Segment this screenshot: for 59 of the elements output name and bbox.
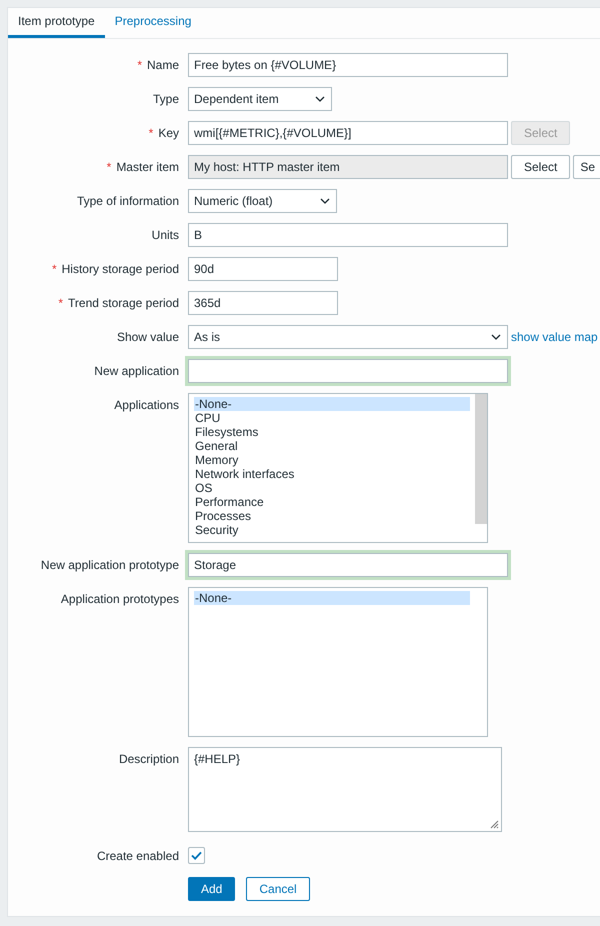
scrollbar[interactable] — [475, 394, 487, 524]
tab[interactable]: Item prototype — [8, 8, 105, 38]
required-asterisk: * — [58, 296, 64, 310]
field-label: New application prototype — [40, 558, 179, 572]
required-asterisk: * — [52, 262, 57, 276]
field-label: Type — [152, 92, 179, 106]
dropdown[interactable]: Dependent item — [188, 87, 332, 111]
field-label: Name — [146, 58, 179, 72]
chevron-down-icon — [320, 198, 330, 204]
cancel-button[interactable]: Cancel — [246, 877, 310, 901]
input-field[interactable]: Storage — [188, 553, 508, 577]
checkmark-icon — [191, 851, 202, 860]
dropdown[interactable]: As is — [188, 325, 508, 349]
field-label: Type of information — [76, 194, 179, 208]
required-asterisk: * — [148, 126, 154, 140]
list-option[interactable]: Performance — [194, 495, 470, 509]
list-option[interactable]: OS — [194, 481, 470, 495]
field-label: New application — [94, 364, 179, 378]
checkbox[interactable] — [188, 847, 205, 864]
field-label: History storage period — [62, 262, 179, 276]
tab[interactable]: Preprocessing — [104, 8, 202, 38]
field-label: Applications — [114, 398, 179, 412]
resize-grip-icon[interactable] — [490, 820, 499, 829]
list-option[interactable]: Processes — [194, 509, 470, 523]
show-value-map-link[interactable]: show value map — [511, 330, 598, 344]
list-option[interactable]: Filesystems — [194, 425, 470, 439]
select-button[interactable]: Se — [573, 155, 600, 179]
input-field[interactable]: B — [188, 223, 508, 247]
add-button[interactable]: Add — [188, 877, 236, 901]
input-field[interactable]: 365d — [188, 291, 338, 315]
field-label: Trend storage period — [68, 296, 179, 310]
field-label: Show value — [116, 330, 179, 344]
list-option[interactable]: General — [194, 439, 470, 453]
required-asterisk: * — [137, 58, 142, 72]
chevron-down-icon — [315, 96, 325, 102]
list-box[interactable]: -None- CPU Filesystems General Memory Network interfaces OS Performance Processes Security — [188, 393, 488, 543]
input-field[interactable]: My host: HTTP master item — [188, 155, 508, 179]
list-option[interactable]: CPU — [194, 411, 470, 425]
input-field[interactable]: wmi[{#METRIC},{#VOLUME}] — [188, 121, 508, 145]
field-label: Key — [158, 126, 179, 140]
list-box[interactable]: -None- — [188, 587, 488, 737]
input-field[interactable]: 90d — [188, 257, 338, 281]
field-label: Create enabled — [96, 849, 179, 863]
select-button[interactable]: Select — [511, 155, 570, 179]
input-field[interactable]: Free bytes on {#VOLUME} — [188, 53, 508, 77]
field-label: Description — [118, 752, 179, 766]
input-field[interactable] — [188, 359, 508, 383]
required-asterisk: * — [106, 160, 112, 174]
description-textarea[interactable]: {#HELP} — [188, 747, 502, 832]
list-option[interactable]: -None- — [194, 591, 470, 605]
list-option[interactable]: Memory — [194, 453, 470, 467]
list-option[interactable]: -None- — [194, 397, 470, 411]
field-label: Master item — [116, 160, 179, 174]
field-label: Application prototypes — [60, 592, 179, 606]
field-label: Units — [152, 228, 179, 242]
list-option[interactable]: Security — [194, 523, 470, 537]
chevron-down-icon — [491, 334, 501, 340]
list-option[interactable]: Network interfaces — [194, 467, 470, 481]
dropdown[interactable]: Numeric (float) — [188, 189, 337, 213]
